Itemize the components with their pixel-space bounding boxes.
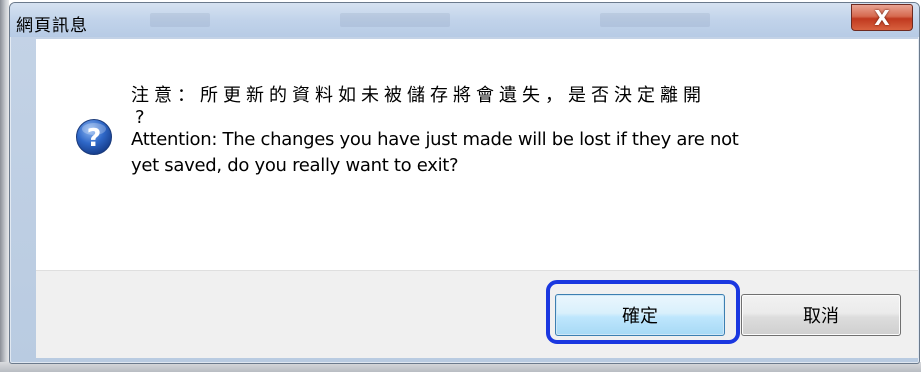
screenshot: 網頁訊息 X ? 注意：所更新的資料如未被儲存將會遺失，是否決定離開 ? Att… bbox=[0, 0, 921, 372]
message-chinese-line-1: 注意：所更新的資料如未被儲存將會遺失，是否決定離開 bbox=[131, 85, 706, 106]
ok-button[interactable]: 確定 bbox=[555, 294, 725, 336]
title-bar-background-ghost bbox=[340, 13, 450, 27]
title-bar-background-ghost bbox=[150, 13, 210, 27]
dialog-title: 網頁訊息 bbox=[16, 16, 88, 36]
title-bar-background-ghost bbox=[600, 13, 710, 27]
question-icon: ? bbox=[76, 119, 112, 155]
cancel-button[interactable]: 取消 bbox=[741, 294, 901, 336]
message-dialog: 網頁訊息 X ? 注意：所更新的資料如未被儲存將會遺失，是否決定離開 ? Att… bbox=[9, 2, 920, 364]
svg-text:?: ? bbox=[87, 123, 102, 152]
message-chinese-line-2: ? bbox=[135, 107, 150, 128]
title-bar[interactable]: 網頁訊息 X bbox=[10, 3, 919, 37]
message-english-line-2: yet saved, do you really want to exit? bbox=[131, 155, 459, 176]
dialog-message: 注意：所更新的資料如未被儲存將會遺失，是否決定離開 ? Attention: T… bbox=[131, 83, 851, 179]
message-english-line-1: Attention: The changes you have just mad… bbox=[131, 129, 739, 150]
close-button[interactable]: X bbox=[851, 4, 913, 31]
close-icon: X bbox=[874, 5, 890, 30]
background-window-edge bbox=[0, 0, 9, 372]
